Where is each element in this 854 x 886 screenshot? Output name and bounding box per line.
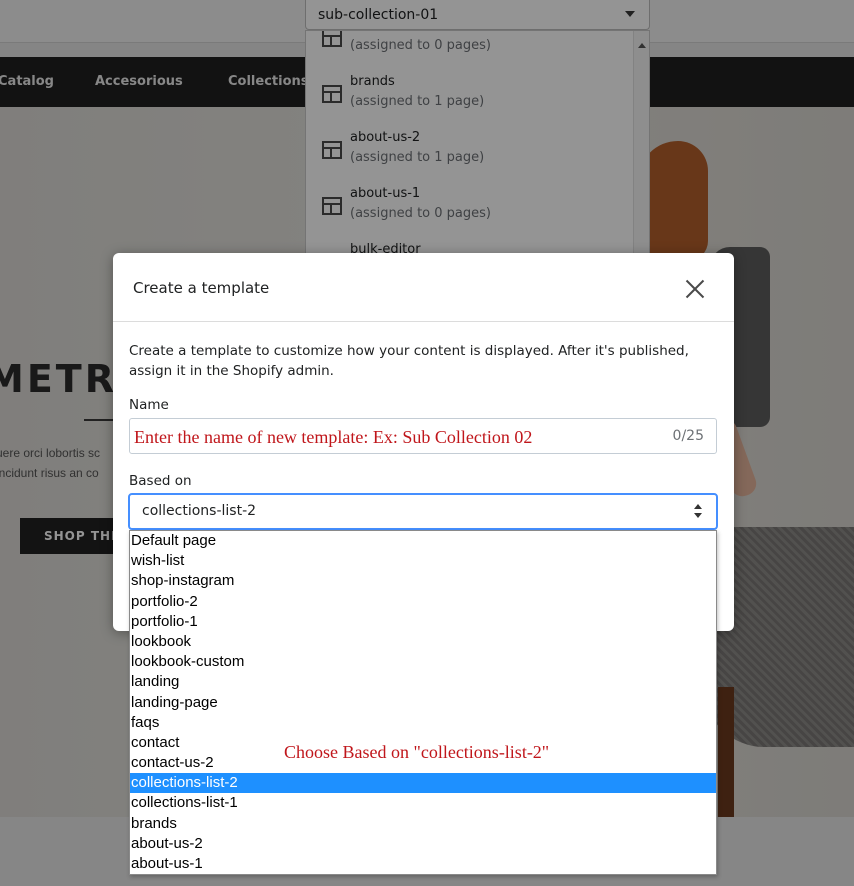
option-item[interactable]: shop-instagram (130, 571, 716, 591)
option-item[interactable]: landing-page (130, 693, 716, 713)
option-item[interactable]: portfolio-1 (130, 612, 716, 632)
modal-title: Create a template (133, 279, 270, 297)
option-item[interactable]: lookbook (130, 632, 716, 652)
template-name-input[interactable]: Enter the name of new template: Ex: Sub … (129, 418, 717, 454)
based-on-label: Based on (129, 473, 192, 489)
option-item[interactable]: collections-list-1 (130, 793, 716, 813)
modal-description: Create a template to customize how your … (129, 343, 689, 379)
modal-divider (113, 321, 734, 322)
option-item[interactable]: wish-list (130, 551, 716, 571)
option-item[interactable]: about-us-1 (130, 854, 716, 874)
based-on-options-list: Default page wish-list shop-instagram po… (129, 530, 717, 875)
close-icon[interactable] (681, 275, 709, 303)
name-character-counter: 0/25 (672, 428, 704, 444)
select-arrows-icon (694, 504, 702, 509)
based-on-value: collections-list-2 (142, 503, 257, 519)
option-item[interactable]: landing (130, 672, 716, 692)
name-input-placeholder: Enter the name of new template: Ex: Sub … (134, 427, 533, 447)
option-item[interactable]: brands (130, 814, 716, 834)
based-on-select[interactable]: collections-list-2 (128, 493, 718, 530)
option-item-selected[interactable]: collections-list-2 (130, 773, 716, 794)
option-item[interactable]: faqs (130, 713, 716, 733)
option-item[interactable]: about-us-2 (130, 834, 716, 854)
name-label: Name (129, 397, 169, 413)
select-arrows-icon (694, 513, 702, 518)
annotation-text: Choose Based on "collections-list-2" (284, 742, 550, 762)
option-item[interactable]: Default page (130, 531, 716, 551)
option-item[interactable]: portfolio-2 (130, 592, 716, 612)
option-item[interactable]: lookbook-custom (130, 652, 716, 672)
